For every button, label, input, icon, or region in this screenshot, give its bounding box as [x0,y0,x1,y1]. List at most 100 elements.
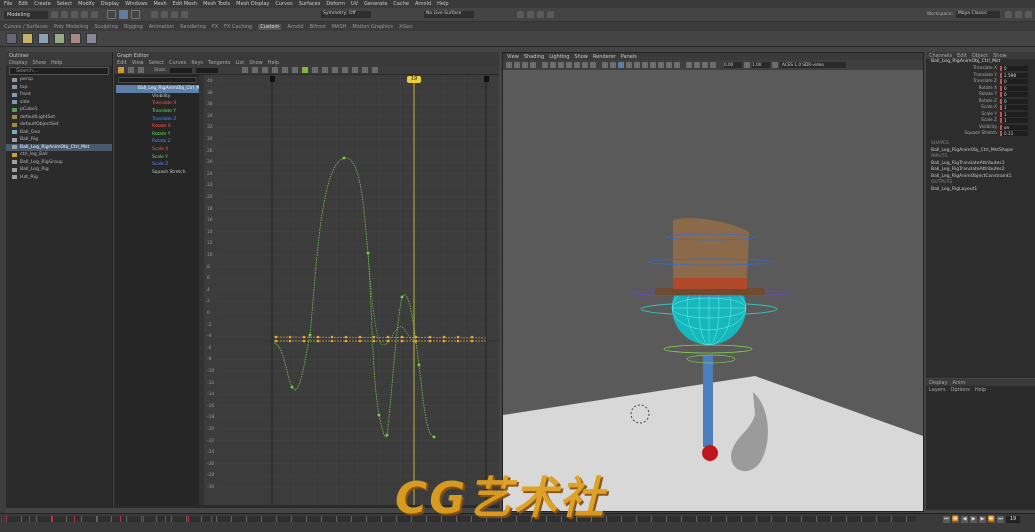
select-camera-icon[interactable] [506,62,512,68]
toggle-panel-icon[interactable] [1005,11,1012,18]
channel-row[interactable]: Translate Y 2.598 [926,72,1035,79]
normalize-icon[interactable] [331,67,338,73]
outliner-item[interactable]: top [6,84,112,92]
shelf-tool-icon-4[interactable] [54,33,65,44]
stats-field[interactable] [169,67,192,73]
wireframe-on-shaded-icon[interactable] [618,62,624,68]
menu-mesh[interactable]: Mesh [153,1,166,7]
layer-tab-anim[interactable]: Anim [952,380,965,386]
open-scene-icon[interactable] [61,11,68,18]
timeline-key[interactable] [28,516,30,522]
outliner-item[interactable]: Hat_Rig [6,174,112,182]
shelf-tab-fx[interactable]: FX [212,24,218,30]
shelf-tab-rendering[interactable]: Rendering [180,24,206,30]
channel-value[interactable]: 0 [1000,98,1028,104]
timeline-key[interactable] [210,516,212,522]
channel-value[interactable]: 1 [1000,111,1028,117]
post-infinity-icon[interactable] [351,67,358,73]
snap-curve-icon[interactable] [161,11,168,18]
timeline-key[interactable] [51,516,53,522]
channel-row[interactable]: Scale X1 [926,105,1035,112]
curve-list-item[interactable]: Rotate X [116,123,199,131]
save-scene-icon[interactable] [71,11,78,18]
curve-list-item[interactable]: Visibility [116,93,199,101]
curve-list-item[interactable]: Translate Z [116,115,199,123]
graph-menu-list[interactable]: List [235,60,244,66]
curve-list-item[interactable]: Squash Stretch [116,169,199,177]
graph-menu-select[interactable]: Select [149,60,164,66]
shelf-tab-rigging[interactable]: Rigging [124,24,143,30]
output-node[interactable]: Ball_Leg_RigLayout1 [926,187,1035,194]
xray-active-icon[interactable] [710,62,716,68]
outliner-menu-show[interactable]: Show [32,60,46,66]
lights-icon[interactable] [634,62,640,68]
viewport-menu-shading[interactable]: Shading [524,54,544,60]
go-to-end-icon[interactable]: ⏭ [997,515,1004,523]
outliner-item[interactable]: defaultLightSet [6,114,112,122]
smooth-shade-icon[interactable] [610,62,616,68]
viewport-scene[interactable] [503,70,923,511]
layer-menu-help[interactable]: Help [975,387,986,393]
outliner-search-input[interactable]: Search... [9,67,109,75]
shelf-tab-mash[interactable]: MASH [332,24,347,30]
channel-row[interactable]: Squash Stretch 0.11 [926,131,1035,138]
channel-row[interactable]: Rotate Y0 [926,92,1035,99]
curve-list-root[interactable]: Ball_Leg_RigAnimObj_Ctrl_Mst [116,85,204,93]
time-range-end-handle[interactable] [484,76,489,82]
layer-tab-display[interactable]: Display [929,380,947,386]
live-surface-select[interactable]: No Live Surface [424,11,474,18]
anti-aliasing-icon[interactable] [666,62,672,68]
channel-value[interactable]: on [1000,124,1028,130]
render-icon[interactable] [517,11,524,18]
channel-row[interactable]: Visibility on [926,124,1035,131]
menu-mesh-tools[interactable]: Mesh Tools [203,1,230,7]
ambient-occlusion-icon[interactable] [650,62,656,68]
outliner-menu-help[interactable]: Help [51,60,62,66]
menu-mesh-display[interactable]: Mesh Display [236,1,269,7]
shelf-tab-bifrost[interactable]: Bifrost [310,24,326,30]
image-plane-icon[interactable] [530,62,536,68]
graph-canvas[interactable] [204,75,499,505]
flat-tangent-icon[interactable] [281,67,288,73]
viewport-menu-renderer[interactable]: Renderer [593,54,616,60]
shelf-tool-icon-3[interactable] [38,33,49,44]
film-gate-icon[interactable] [550,62,556,68]
outliner-item[interactable]: Ball_Leg_RigGroup [6,159,112,167]
select-object-icon[interactable] [119,10,128,19]
linear-tangent-icon[interactable] [271,67,278,73]
select-component-icon[interactable] [131,10,140,19]
channel-box-tab-channels[interactable]: Channels [929,53,952,59]
menu-arnold[interactable]: Arnold [415,1,431,7]
menu-cache[interactable]: Cache [393,1,409,7]
gamma-field[interactable]: 1.00 [752,62,770,68]
channel-box-tab-show[interactable]: Show [993,53,1007,59]
isolate-select-icon[interactable] [686,62,692,68]
graph-menu-curves[interactable]: Curves [169,60,186,66]
gamma-icon[interactable] [744,62,750,68]
viewport-menu-show[interactable]: Show [574,54,588,60]
snap-surface-icon[interactable] [181,11,188,18]
channel-row[interactable]: Scale Y1 [926,111,1035,118]
toggle-panel-icon-2[interactable] [1015,11,1022,18]
redo-icon[interactable] [91,11,98,18]
ipr-render-icon[interactable] [527,11,534,18]
channel-value[interactable]: 0 [1000,66,1028,72]
current-frame-field[interactable]: 19 [1006,515,1020,523]
motion-blur-icon[interactable] [658,62,664,68]
depth-of-field-icon[interactable] [674,62,680,68]
shelf-tool-icon-1[interactable] [6,33,17,44]
step-forward-icon[interactable]: ▶ [979,515,986,523]
buffer-curve-icon[interactable] [301,67,308,73]
menu-generate[interactable]: Generate [364,1,387,7]
step-forward-key-icon[interactable]: ⏩ [988,515,995,523]
curve-list-item[interactable]: Rotate Z [116,138,199,146]
current-frame-marker[interactable]: 19 [407,76,421,83]
graph-menu-show[interactable]: Show [249,60,263,66]
channel-box-tab-object[interactable]: Object [972,53,988,59]
menu-curves[interactable]: Curves [275,1,292,7]
frame-all-icon[interactable] [361,67,368,73]
channel-value[interactable]: 1 [1000,118,1028,124]
play-icon[interactable]: ▶ [970,515,977,523]
symmetry-select[interactable]: Symmetry: Off [321,11,371,18]
curve-list-item[interactable]: Scale X [116,146,199,154]
